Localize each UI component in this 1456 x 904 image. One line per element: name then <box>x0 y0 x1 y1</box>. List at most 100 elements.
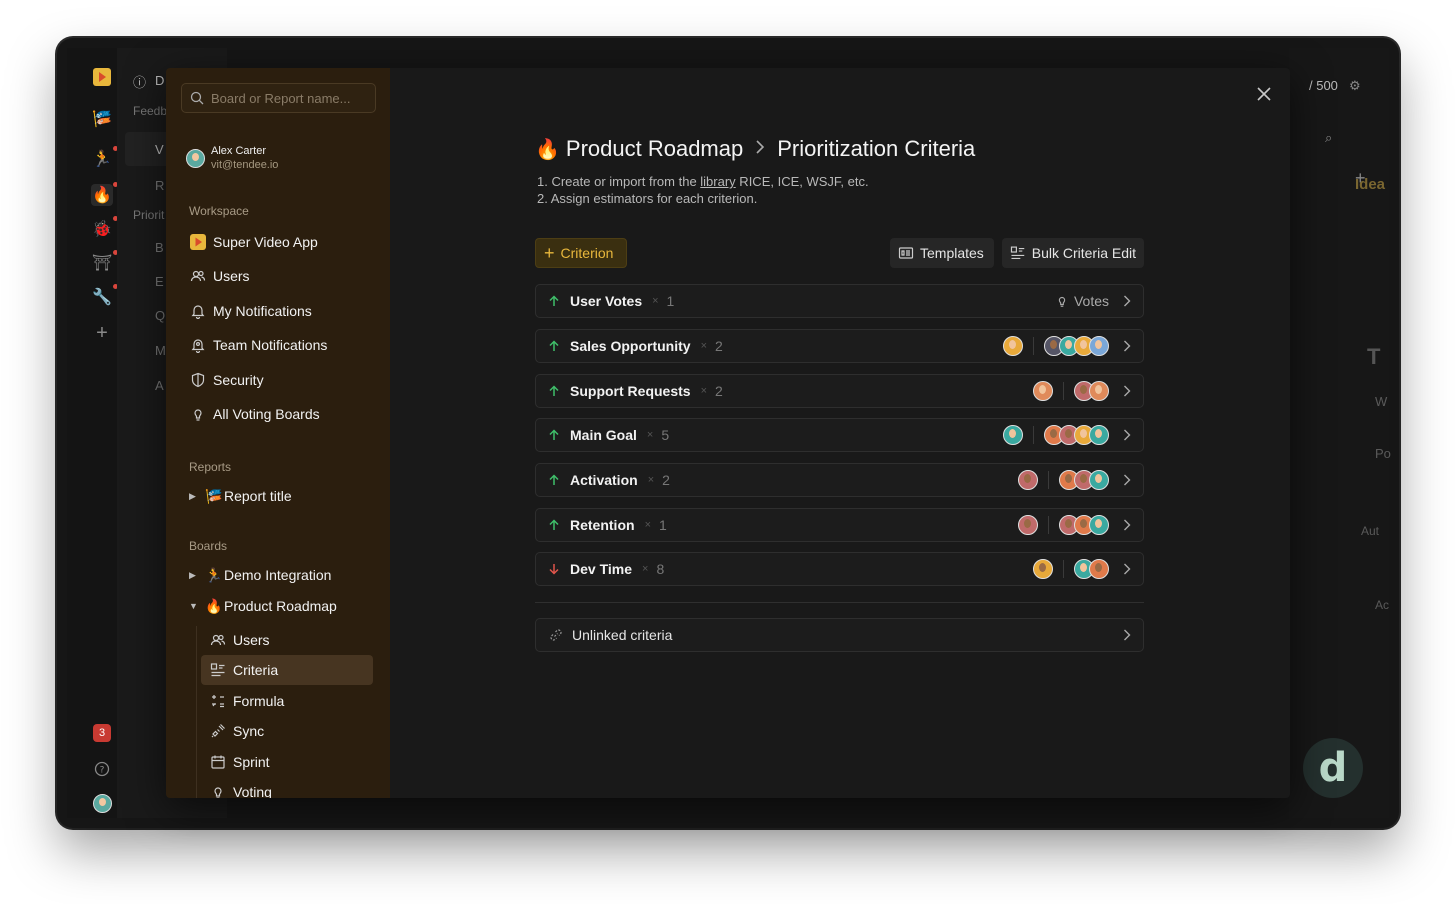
add-criterion-button[interactable]: + Criterion <box>535 238 627 268</box>
criterion-row-user-votes[interactable]: User Votes × 1 Votes <box>535 284 1144 318</box>
nav-item-product-roadmap[interactable]: ▼ 🔥 Product Roadmap <box>189 592 337 620</box>
arrow-up-icon <box>548 295 562 307</box>
arrow-down-icon <box>548 563 562 575</box>
lightbulb-icon <box>189 405 207 423</box>
bulk-edit-label: Bulk Criteria Edit <box>1031 245 1136 261</box>
criterion-name: Retention <box>570 517 635 533</box>
chevron-right-icon <box>755 139 765 159</box>
nav-item-all-voting-boards[interactable]: All Voting Boards <box>189 400 320 428</box>
app-logo-icon <box>91 66 113 88</box>
nav-item-label: Users <box>213 268 250 284</box>
bg-text: Idea <box>1355 176 1386 193</box>
criterion-row-activation[interactable]: Activation × 2 <box>535 463 1144 497</box>
criterion-row-support-requests[interactable]: Support Requests × 2 <box>535 374 1144 408</box>
criterion-row-dev-time[interactable]: Dev Time × 8 <box>535 552 1144 586</box>
subnav-item-label: Criteria <box>233 662 279 678</box>
search-input[interactable] <box>211 90 371 106</box>
criteria-modal: Alex Carter vit@tendee.io Workspace Supe… <box>166 68 1290 798</box>
user-profile[interactable]: Alex Carter vit@tendee.io <box>186 144 278 172</box>
bg-label: V <box>155 142 164 157</box>
team-bell-icon <box>189 336 207 354</box>
arrow-up-icon <box>548 340 562 352</box>
svg-text:?: ? <box>100 766 105 776</box>
criterion-name: Main Goal <box>570 427 637 443</box>
criterion-name: Activation <box>570 472 638 488</box>
chevron-right-icon <box>1123 385 1133 397</box>
subnav-item-label: Sprint <box>233 754 270 770</box>
criterion-row-sales-opportunity[interactable]: Sales Opportunity × 2 <box>535 329 1144 363</box>
nav-item-label: Product Roadmap <box>224 598 337 614</box>
close-icon[interactable] <box>1254 84 1274 104</box>
nav-item-my-notifications[interactable]: My Notifications <box>189 297 312 325</box>
criterion-row-main-goal[interactable]: Main Goal × 5 <box>535 418 1144 452</box>
lightbulb-icon <box>209 783 227 798</box>
search-icon: ⌕ <box>1325 130 1333 145</box>
modal-sidebar: Alex Carter vit@tendee.io Workspace Supe… <box>166 68 390 798</box>
multiply-icon: × <box>700 340 708 352</box>
fire-emoji-icon: 🔥 <box>535 138 560 161</box>
subnav-item-sync[interactable]: Sync <box>209 717 264 745</box>
nav-item-team-notifications[interactable]: Team Notifications <box>189 331 327 359</box>
library-link[interactable]: library <box>700 174 735 189</box>
avatar <box>1003 425 1023 445</box>
criterion-weight: 1 <box>666 293 675 309</box>
criteria-icon <box>209 661 227 679</box>
multiply-icon: × <box>642 563 649 575</box>
instructions: 1. Create or import from the library RIC… <box>537 173 869 207</box>
nav-item-super-video-app[interactable]: Super Video App <box>189 228 318 256</box>
chat-widget-logo[interactable]: d <box>1303 738 1363 798</box>
caret-right-icon[interactable]: ▶ <box>189 491 203 502</box>
avatar <box>1089 559 1109 579</box>
divider <box>1048 471 1049 489</box>
multiply-icon: × <box>647 474 655 486</box>
templates-button[interactable]: Templates <box>890 238 994 268</box>
subnav-item-sprint[interactable]: Sprint <box>209 748 270 776</box>
bulk-criteria-edit-button[interactable]: Bulk Criteria Edit <box>1002 238 1144 268</box>
subnav-item-formula[interactable]: Formula <box>209 687 284 715</box>
lightbulb-icon <box>1058 296 1066 307</box>
bell-icon <box>189 302 207 320</box>
avatar <box>1003 336 1023 356</box>
bg-text: W <box>1375 394 1388 409</box>
page-title: 🔥 Product Roadmap Prioritization Criteri… <box>535 136 975 162</box>
nav-item-label: Report title <box>224 488 292 504</box>
breadcrumb-board[interactable]: Product Roadmap <box>566 136 743 162</box>
gate-emoji-icon: ⛩ <box>91 255 113 272</box>
nav-item-report-title[interactable]: ▶ 🎏 Report title <box>189 482 292 510</box>
nav-item-label: My Notifications <box>213 303 312 319</box>
bg-text: Aut <box>1361 524 1380 538</box>
subnav-item-users[interactable]: Users <box>209 626 270 654</box>
background-right-panel: / 500 ⚙ ⌕ + Idea T W Po Aut Ac <box>1289 48 1391 818</box>
divider <box>1048 516 1049 534</box>
subnav-item-voting[interactable]: Voting <box>209 778 272 798</box>
multiply-icon: × <box>644 519 651 531</box>
step-text: 2. Assign estimators for each criterion. <box>537 191 758 206</box>
caret-right-icon[interactable]: ▶ <box>189 570 203 581</box>
multiply-icon: × <box>652 295 659 307</box>
multiply-icon: × <box>646 429 654 441</box>
templates-label: Templates <box>920 245 984 261</box>
chevron-right-icon <box>1123 295 1133 307</box>
criterion-row-retention[interactable]: Retention × 1 <box>535 508 1144 542</box>
avatar <box>1033 381 1053 401</box>
avatar <box>1089 515 1109 535</box>
criterion-weight: 5 <box>661 427 670 443</box>
plus-icon: + <box>544 242 555 263</box>
divider <box>1033 337 1034 355</box>
bg-label: A <box>155 378 164 393</box>
nav-item-label: Team Notifications <box>213 337 328 353</box>
nav-item-security[interactable]: Security <box>189 366 264 394</box>
bg-text: Ac <box>1375 598 1390 612</box>
bg-label: Q <box>155 308 166 323</box>
arrow-up-icon <box>548 385 562 397</box>
caret-down-icon[interactable]: ▼ <box>189 601 203 611</box>
unlink-icon <box>550 629 562 641</box>
subnav-item-label: Users <box>233 632 270 648</box>
subnav-item-criteria[interactable]: Criteria <box>209 656 278 684</box>
nav-item-demo-integration[interactable]: ▶ 🏃 Demo Integration <box>189 561 331 589</box>
users-icon <box>189 267 207 285</box>
nav-item-users[interactable]: Users <box>189 262 250 290</box>
wrench-emoji-icon: 🔧 <box>92 289 112 306</box>
unlinked-criteria-row[interactable]: Unlinked criteria <box>535 618 1144 652</box>
arrow-up-icon <box>548 519 562 531</box>
